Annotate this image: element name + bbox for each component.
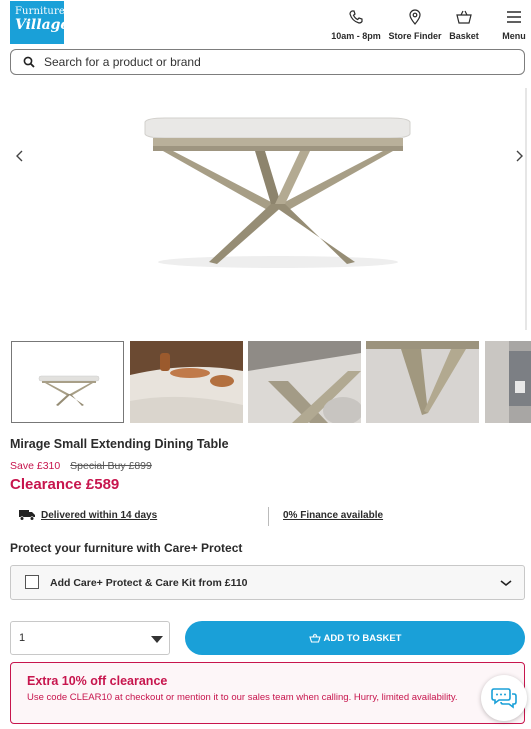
- chat-bubbles-icon: [491, 688, 517, 709]
- store-finder-link[interactable]: Store Finder: [388, 9, 442, 41]
- care-protect-checkbox[interactable]: [25, 575, 39, 589]
- furniture-village-logo[interactable]: Furniture Village: [10, 1, 70, 44]
- chevron-left-icon[interactable]: [12, 148, 28, 164]
- special-buy-price: Special Buy £899: [70, 460, 152, 472]
- menu-button[interactable]: Menu: [500, 9, 528, 41]
- promo-text: Use code CLEAR10 at checkout or mention …: [27, 692, 458, 703]
- live-chat-button[interactable]: [481, 675, 527, 721]
- phone-link[interactable]: 10am - 8pm: [330, 9, 382, 41]
- basket-icon: [456, 10, 472, 24]
- search-icon: [23, 56, 35, 68]
- phone-hours-label: 10am - 8pm: [331, 31, 381, 41]
- store-finder-label: Store Finder: [388, 31, 442, 41]
- thumbnail-4[interactable]: [366, 341, 479, 423]
- delivery-info-link[interactable]: Delivered within 14 days: [18, 509, 157, 521]
- care-protect-heading: Protect your furniture with Care+ Protec…: [10, 541, 243, 555]
- delivery-text: Delivered within 14 days: [41, 509, 158, 521]
- logo-line-1: Furniture: [15, 6, 65, 17]
- hamburger-menu-icon: [507, 11, 521, 23]
- delivery-truck-icon: [19, 510, 35, 521]
- promo-heading: Extra 10% off clearance: [27, 674, 168, 688]
- product-title: Mirage Small Extending Dining Table: [10, 437, 229, 451]
- basket-label: Basket: [449, 31, 479, 41]
- product-image-gallery: [0, 82, 531, 332]
- site-header: Furniture Village 10am - 8pm Store Finde…: [0, 0, 531, 46]
- basket-icon: [308, 633, 321, 643]
- care-protect-option[interactable]: Add Care+ Protect & Care Kit from £110: [10, 565, 525, 600]
- phone-icon: [349, 10, 363, 24]
- price-savings: Save £310 Special Buy £899: [10, 460, 152, 472]
- clearance-price: Clearance £589: [10, 476, 120, 493]
- thumbnail-3[interactable]: [248, 341, 361, 423]
- quantity-select[interactable]: 1: [10, 621, 170, 655]
- info-divider: [268, 507, 269, 526]
- quantity-value: 1: [19, 632, 26, 644]
- finance-link[interactable]: 0% Finance available: [283, 510, 383, 521]
- location-pin-icon: [409, 9, 421, 25]
- main-product-image[interactable]: [135, 112, 420, 272]
- add-to-basket-label: ADD TO BASKET: [323, 632, 402, 644]
- care-protect-label: Add Care+ Protect & Care Kit from £110: [50, 577, 248, 589]
- add-to-basket-button[interactable]: ADD TO BASKET: [185, 621, 525, 655]
- basket-link[interactable]: Basket: [448, 9, 480, 41]
- chevron-right-icon[interactable]: [511, 148, 527, 164]
- clearance-promo-banner: Extra 10% off clearance Use code CLEAR10…: [10, 662, 525, 724]
- dropdown-arrow-icon: [151, 636, 163, 643]
- search-input[interactable]: [44, 55, 484, 69]
- thumbnail-2[interactable]: [130, 341, 243, 423]
- save-amount: Save £310: [10, 460, 61, 472]
- chevron-down-icon[interactable]: [499, 578, 513, 588]
- gallery-scroll-rail: [525, 88, 527, 330]
- thumbnail-1[interactable]: [11, 341, 124, 423]
- thumbnail-strip: [10, 341, 531, 423]
- search-bar[interactable]: [10, 49, 525, 75]
- menu-label: Menu: [502, 31, 526, 41]
- thumbnail-5[interactable]: [485, 341, 531, 423]
- logo-line-2: Village: [15, 17, 70, 33]
